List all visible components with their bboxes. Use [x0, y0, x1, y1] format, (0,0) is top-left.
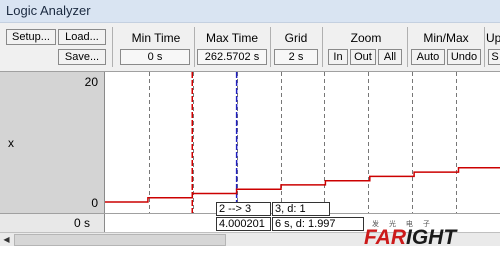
y-max-label: 20: [84, 75, 98, 89]
min-time-label: Min Time: [131, 31, 181, 45]
toolbar-separator: [112, 27, 113, 67]
max-time-label: Max Time: [205, 31, 258, 45]
toolbar-separator: [484, 27, 485, 67]
watermark-subtext: 发 光 电 子: [372, 221, 434, 228]
zoom-all-button[interactable]: All: [378, 49, 402, 65]
min-time-value: 0 s: [120, 49, 190, 65]
max-time-value: 262.5702 s: [197, 49, 267, 65]
update-s-button[interactable]: S: [488, 49, 500, 65]
zoom-out-button[interactable]: Out: [350, 49, 376, 65]
update-label: Up: [486, 31, 500, 45]
scrollbar-thumb[interactable]: [14, 234, 226, 246]
time-readout-box: 0 s: [0, 214, 105, 232]
auto-button[interactable]: Auto: [411, 49, 445, 65]
setup-button[interactable]: Setup...: [6, 29, 56, 45]
toolbar-separator: [322, 27, 323, 67]
signal-waveform: [105, 167, 500, 203]
waveform-plot[interactable]: [105, 72, 500, 213]
toolbar-separator: [270, 27, 271, 67]
time-delta-label: 6 s, d: 1.997: [272, 217, 364, 231]
zoom-in-button[interactable]: In: [328, 49, 348, 65]
time-readout: 0 s: [73, 216, 90, 230]
transition-label: 2 --> 3: [216, 202, 271, 216]
window-title: Logic Analyzer: [6, 3, 91, 18]
save-button[interactable]: Save...: [58, 49, 106, 65]
toolbar-separator: [194, 27, 195, 67]
signal-panel: 20 x 0: [0, 72, 105, 213]
signal-name[interactable]: x: [8, 136, 14, 150]
value-delta-label: 3, d: 1: [272, 202, 330, 216]
zoom-label: Zoom: [350, 31, 382, 45]
title-bar: Logic Analyzer: [0, 0, 500, 23]
scroll-left-arrow-icon[interactable]: ◀: [0, 233, 13, 246]
toolbar-separator: [407, 27, 408, 67]
watermark-logo: FARIGHT: [364, 226, 457, 249]
time-label: 4.000201: [216, 217, 271, 231]
minmax-label: Min/Max: [423, 31, 469, 45]
y-min-label: 0: [91, 196, 98, 210]
grid-label: Grid: [284, 31, 308, 45]
toolbar: Setup... Load... Save... Min Time 0 s Ma…: [0, 23, 500, 72]
grid-value: 2 s: [274, 49, 318, 65]
undo-button[interactable]: Undo: [447, 49, 481, 65]
load-button[interactable]: Load...: [58, 29, 106, 45]
